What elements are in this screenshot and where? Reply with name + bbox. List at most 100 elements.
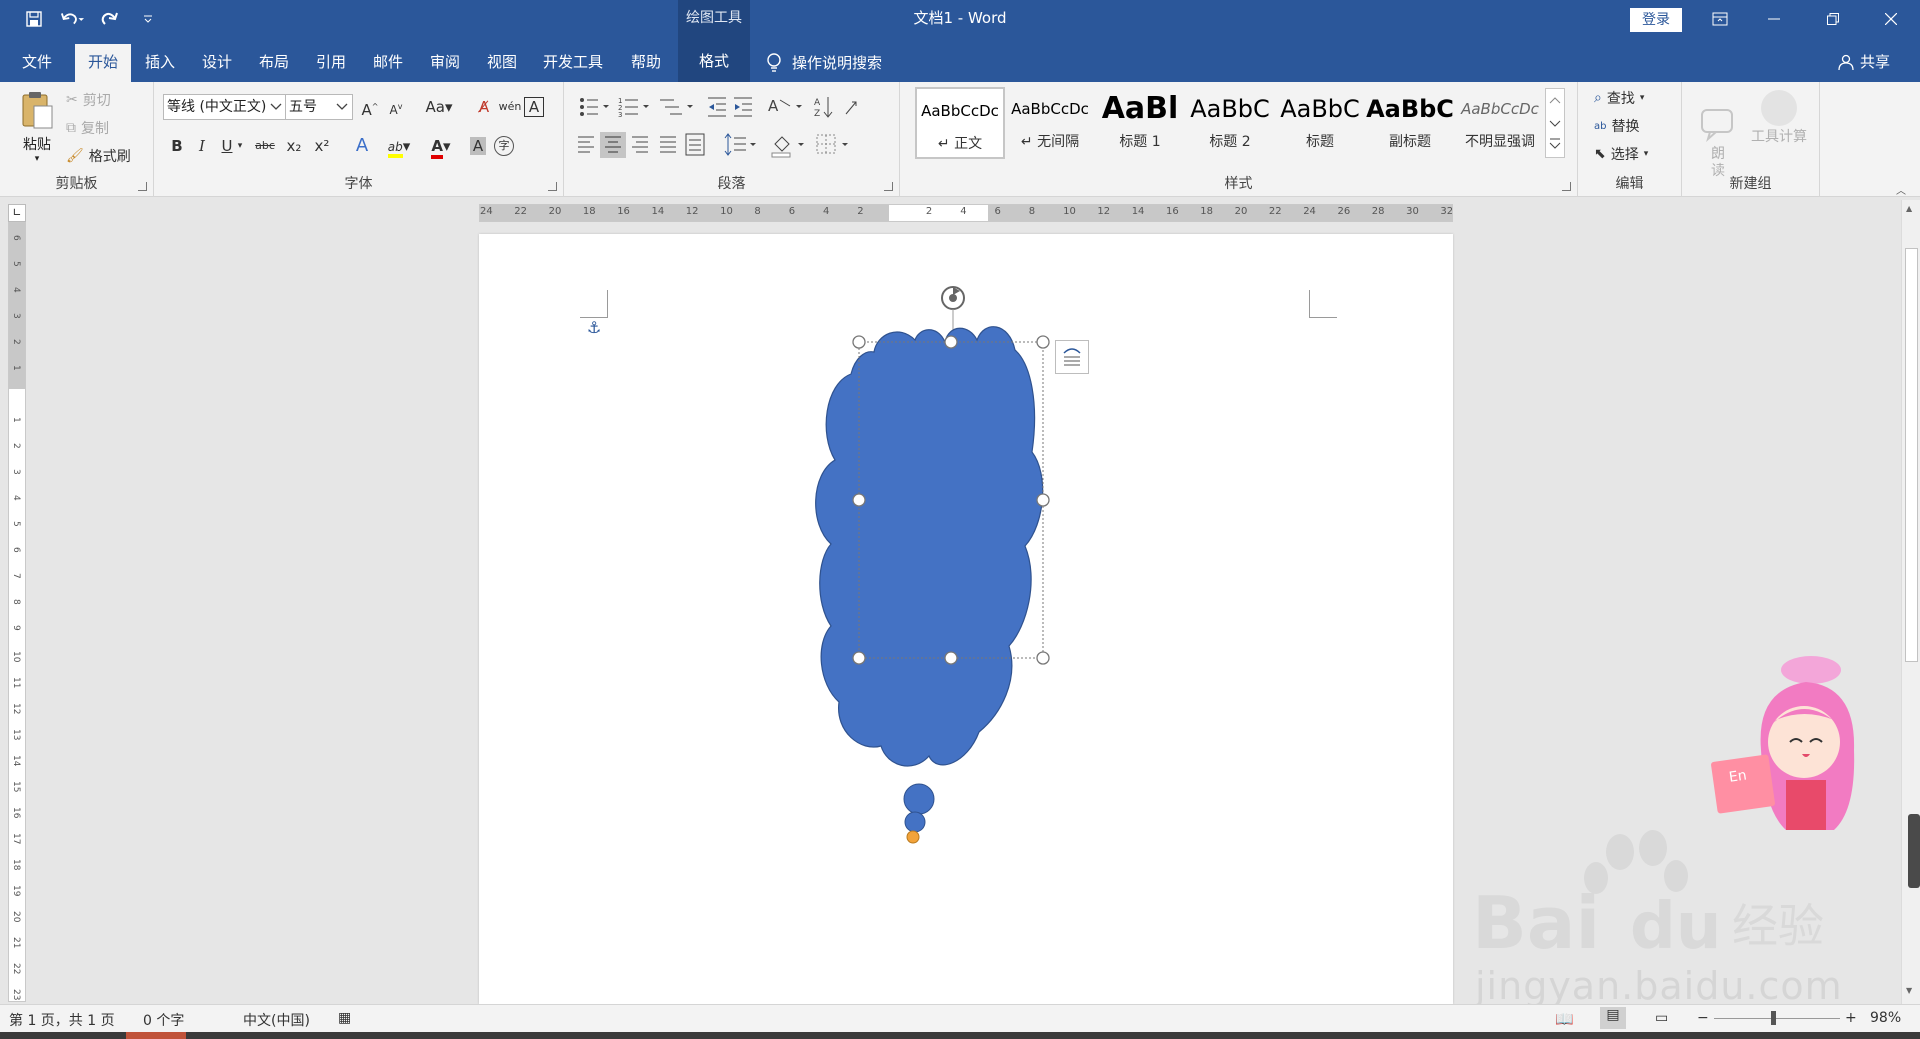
subscript-button[interactable]: x₂ [282,134,306,158]
clear-formatting-button[interactable]: A̸ [472,95,496,119]
scroll-thumb[interactable] [1905,248,1918,662]
language-indicator[interactable]: 中文(中国) [243,1010,310,1030]
grow-font-button[interactable]: A^ [358,95,382,119]
minimize-button[interactable] [1751,0,1797,38]
cut-button[interactable]: ✂ 剪切 [66,90,111,110]
style-no-spacing[interactable]: AaBbCcDc ↵ 无间隔 [1005,87,1095,159]
zoom-level[interactable]: 98% [1870,1010,1901,1026]
thought-bubble-shape[interactable] [479,234,1453,1004]
strikethrough-button[interactable]: abc [250,134,280,158]
ruler-tick-label: 7 [11,573,21,579]
text-effects-button[interactable]: A [350,134,374,158]
character-border-button[interactable]: A [524,97,544,117]
copy-button[interactable]: ⧉ 复制 [66,118,109,138]
tab-references[interactable]: 引用 [307,44,355,82]
customize-qat-button[interactable] [136,7,160,31]
tab-view[interactable]: 视图 [478,44,526,82]
numbering-icon: 123 [618,97,649,119]
web-layout-icon[interactable]: ▭ [1655,1010,1668,1026]
tab-design[interactable]: 设计 [193,44,241,82]
tab-help[interactable]: 帮助 [620,44,672,82]
svg-text:A: A [814,98,821,108]
clipboard-group-label: 剪贴板 [55,176,98,192]
adjust-handle[interactable] [906,830,920,844]
scroll-up-icon[interactable]: ▲ [1906,204,1912,213]
clipboard-launcher[interactable] [138,182,147,191]
login-button[interactable]: 登录 [1630,8,1682,32]
zoom-slider-thumb[interactable] [1771,1011,1776,1025]
page-count[interactable]: 第 1 页，共 1 页 [9,1010,115,1030]
tab-review[interactable]: 审阅 [421,44,469,82]
tab-mailings[interactable]: 邮件 [364,44,412,82]
document-page[interactable]: ⚓ [479,234,1453,1004]
restore-button[interactable] [1810,0,1856,38]
collapse-ribbon-button[interactable]: ︿ [1896,182,1906,197]
character-shading-icon: A [469,137,487,155]
font-name-combo[interactable]: 等线 (中文正文) [163,94,287,120]
copy-label: 复制 [81,121,109,137]
horizontal-ruler[interactable]: 24 22 20 18 16 14 12 10 8 6 4 2 2 4 6 8 10 12 14 16 18 20 22 24… [479,204,1453,222]
macro-recording-icon[interactable]: ▦ [338,1010,351,1026]
style-subtle-emphasis[interactable]: AaBbCcDc 不明显强调 [1455,87,1545,159]
styles-scroll[interactable] [1545,88,1565,158]
bold-button[interactable]: B [165,134,189,158]
zoom-out-button[interactable]: − [1697,1010,1709,1026]
style-heading-1[interactable]: AaBl 标题 1 [1095,87,1185,159]
taskbar-strip [0,1032,1920,1039]
font-launcher[interactable] [548,182,557,191]
underline-dropdown[interactable]: ▾ [234,134,246,158]
cursor-icon: ⬉ [1594,146,1606,162]
italic-button[interactable]: I [190,134,214,158]
ribbon-display-options-button[interactable] [1697,0,1743,38]
tab-insert[interactable]: 插入 [136,44,184,82]
enclose-characters-button[interactable]: 字 [494,136,514,156]
zoom-in-button[interactable]: + [1845,1010,1857,1026]
redo-button[interactable] [98,7,122,31]
character-shading-button[interactable]: A [466,134,490,158]
close-button[interactable] [1868,0,1914,38]
style-subtitle[interactable]: AaBbC 副标题 [1365,87,1455,159]
paste-button[interactable]: 粘贴 ▾ [14,90,60,170]
side-widget[interactable] [1908,814,1920,888]
vertical-ruler[interactable]: 6 5 4 3 2 1 1 2 3 4 5 6 7 8 9 10 11 12 13 14 15 16 17 18 19 20 21 2… [8,222,26,1002]
superscript-button[interactable]: x² [310,134,334,158]
shrink-font-button[interactable]: Av [384,95,408,119]
save-button[interactable] [22,7,46,31]
ruler-tick-label: 4 [960,206,967,217]
tab-developer[interactable]: 开发工具 [535,44,611,82]
tell-me-search[interactable]: 操作说明搜索 [766,44,882,82]
ruler-tick-label: 12 [685,206,699,217]
change-case-button[interactable]: Aa▾ [422,95,456,119]
tab-file[interactable]: 文件 [12,44,62,82]
style-normal[interactable]: AaBbCcDc ↵ 正文 [915,87,1005,159]
highlight-button[interactable]: ab▾ [382,134,416,158]
paragraph-launcher[interactable] [884,182,893,191]
tab-layout[interactable]: 布局 [250,44,298,82]
ruler-tick-label: 16 [11,807,21,819]
phonetic-guide-button[interactable]: wén [498,95,522,119]
replace-button[interactable]: ab 替换 [1594,116,1639,136]
style-heading-2[interactable]: AaBbC 标题 2 [1185,87,1275,159]
tab-home[interactable]: 开始 [75,44,131,82]
tab-format[interactable]: 格式 [678,38,750,82]
font-color-button[interactable]: A▾ [424,134,458,159]
find-button[interactable]: ⌕ 查找 ▾ [1594,88,1644,108]
undo-button[interactable] [60,7,84,31]
close-icon [1885,13,1897,25]
style-title[interactable]: AaBbC 标题 [1275,87,1365,159]
tab-selector[interactable]: ∟ [8,204,26,222]
print-layout-icon[interactable]: ▤ [1600,1007,1626,1029]
format-painter-button[interactable]: 🖌 格式刷 [66,146,131,166]
tool-calc-button[interactable]: 工具计算 [1744,90,1814,146]
scroll-down-icon[interactable]: ▼ [1906,986,1912,995]
editing-group-label: 编辑 [1615,176,1644,192]
select-button[interactable]: ⬉ 选择 ▾ [1594,144,1648,164]
word-count[interactable]: 0 个字 [143,1010,184,1030]
share-button[interactable]: 共享 [1838,44,1890,80]
shrink-font-icon: A [389,103,398,117]
font-size-combo[interactable]: 五号 [285,94,353,120]
read-mode-icon[interactable]: 📖 [1555,1010,1574,1028]
styles-launcher[interactable] [1562,182,1571,191]
layout-options-button[interactable] [1055,340,1089,374]
zoom-slider[interactable] [1714,1018,1840,1019]
